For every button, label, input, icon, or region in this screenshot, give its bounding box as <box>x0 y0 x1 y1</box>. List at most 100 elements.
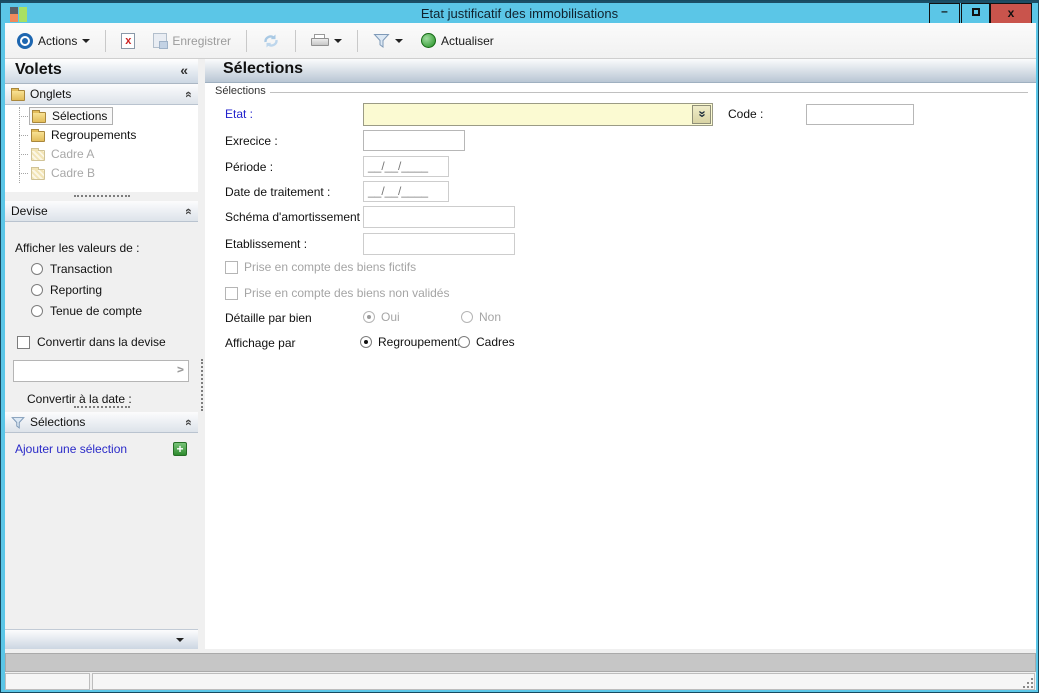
folder-disabled-icon <box>31 166 45 180</box>
radio-transaction[interactable]: Transaction <box>31 262 112 276</box>
checkbox-icon <box>225 260 238 274</box>
section-onglets-header[interactable]: Onglets « <box>5 84 198 105</box>
panel-splitter[interactable] <box>198 59 205 649</box>
resize-grip[interactable] <box>1021 676 1033 688</box>
radio-label: Transaction <box>50 262 113 276</box>
etat-combobox[interactable]: « <box>363 103 713 126</box>
radio-tenue-de-compte[interactable]: Tenue de compte <box>31 304 142 318</box>
sidebar-scroll-down[interactable] <box>5 629 198 649</box>
refresh-button <box>256 30 286 52</box>
chevron-up-icon[interactable]: « <box>182 208 196 214</box>
tree-item-selections[interactable]: Sélections <box>5 107 198 125</box>
checkbox-label: Prise en compte des biens non validés <box>244 286 450 300</box>
groupbox-legend: Sélections <box>211 85 270 97</box>
radio-reporting[interactable]: Reporting <box>31 283 102 297</box>
minimize-icon: – <box>941 4 948 18</box>
titlebar: Etat justificatif des immobilisations – … <box>1 1 1038 24</box>
close-button[interactable]: x <box>990 3 1032 24</box>
etat-combo-button[interactable]: « <box>692 105 711 124</box>
devise-values-label: Afficher les valeurs de : <box>15 241 140 255</box>
open-folder-icon <box>32 109 46 123</box>
exercice-input[interactable] <box>363 130 465 151</box>
maximize-icon <box>971 8 980 17</box>
section-selections-header[interactable]: Sélections « <box>5 412 198 433</box>
groupbox-border <box>211 92 1028 93</box>
main-panel: Sélections Sélections Etat : « Code : Ex… <box>205 59 1036 649</box>
status-cell-main <box>92 673 1035 690</box>
sidebar-volets: Volets « Onglets « Sélections Regroupeme… <box>5 59 198 649</box>
checkbox-biens-fictifs: Prise en compte des biens fictifs <box>225 260 416 274</box>
date-traitement-input[interactable]: __/__/____ <box>363 181 449 202</box>
radio-icon <box>360 336 372 348</box>
selections-form: Sélections Etat : « Code : Exrecice : Pé… <box>205 83 1036 649</box>
actualiser-button[interactable]: Actualiser <box>415 30 500 51</box>
section-devise-label: Devise <box>11 204 48 218</box>
affichage-par-label: Affichage par <box>225 336 296 350</box>
radio-icon <box>363 311 375 323</box>
actions-button[interactable]: Actions <box>11 30 96 52</box>
print-dropdown-icon[interactable] <box>334 38 343 43</box>
main-title: Sélections <box>223 60 304 77</box>
section-drag-handle[interactable] <box>73 406 130 408</box>
filter-funnel-icon <box>11 416 25 429</box>
add-selection-link[interactable]: Ajouter une sélection <box>15 442 127 456</box>
convert-date-label: Convertir à la date : <box>27 392 132 406</box>
arrow-down-icon <box>176 638 184 642</box>
collapse-panel-icon[interactable]: « <box>180 62 188 78</box>
window-content: Actions x Enregistrer Actualiser Volets … <box>5 23 1036 690</box>
chevron-down-icon: v <box>174 367 187 373</box>
checkbox-icon <box>17 335 30 349</box>
section-drag-handle[interactable] <box>73 195 130 197</box>
radio-icon <box>31 305 43 317</box>
save-button: Enregistrer <box>147 30 237 51</box>
detaille-par-bien-label: Détaille par bien <box>225 311 312 325</box>
status-bar <box>5 673 1036 690</box>
tree-item-regroupements[interactable]: Regroupements <box>5 126 198 144</box>
toolbar-separator <box>295 29 297 52</box>
date-traitement-label: Date de traitement : <box>225 185 331 199</box>
section-devise-header[interactable]: Devise « <box>5 201 198 222</box>
code-input[interactable] <box>806 104 914 125</box>
maximize-button[interactable] <box>961 3 990 24</box>
checkbox-convertir-devise[interactable]: Convertir dans la devise <box>17 335 166 349</box>
splitter-grip[interactable] <box>201 359 203 411</box>
tree-item-label: Cadre A <box>51 147 95 161</box>
delete-button[interactable]: x <box>115 30 141 52</box>
document-x-icon: x <box>121 32 136 49</box>
toolbar-separator <box>246 29 248 52</box>
checkbox-biens-non-valides: Prise en compte des biens non validés <box>225 286 449 300</box>
filter-dropdown-icon[interactable] <box>395 38 404 43</box>
application-window: Etat justificatif des immobilisations – … <box>0 0 1039 693</box>
filter-button[interactable] <box>367 30 409 51</box>
periode-input[interactable]: __/__/____ <box>363 156 449 177</box>
radio-label: Oui <box>381 310 400 324</box>
checkbox-label: Convertir dans la devise <box>37 335 166 349</box>
add-selection-plus-button[interactable]: + <box>173 442 187 456</box>
radio-label: Cadres <box>476 335 515 349</box>
folder-icon <box>11 87 25 101</box>
devise-combobox[interactable]: v <box>13 360 189 382</box>
radio-affichage-regroupements[interactable]: Regroupements <box>360 335 463 349</box>
radio-icon <box>31 263 43 275</box>
chevron-up-icon[interactable]: « <box>182 91 196 97</box>
minimize-button[interactable]: – <box>929 3 960 24</box>
actions-label: Actions <box>38 33 78 48</box>
radio-affichage-cadres[interactable]: Cadres <box>458 335 515 349</box>
actualiser-label: Actualiser <box>441 33 494 48</box>
folder-disabled-icon <box>31 147 45 161</box>
actions-dropdown-icon <box>82 38 91 43</box>
printer-icon <box>311 33 330 48</box>
schema-amortissement-input[interactable] <box>363 206 515 228</box>
save-icon <box>153 33 169 49</box>
print-button[interactable] <box>305 31 348 51</box>
folder-icon <box>31 128 45 142</box>
toolbar-separator <box>105 29 107 52</box>
etablissement-input[interactable] <box>363 233 515 255</box>
chevron-up-icon[interactable]: « <box>182 419 196 425</box>
tree-item-label: Cadre B <box>51 166 96 180</box>
exercice-label: Exrecice : <box>225 134 278 148</box>
window-title: Etat justificatif des immobilisations <box>420 6 619 21</box>
tree-item-cadre-a: Cadre A <box>5 145 198 163</box>
etat-label: Etat : <box>225 107 254 121</box>
section-selections-label: Sélections <box>30 415 86 429</box>
